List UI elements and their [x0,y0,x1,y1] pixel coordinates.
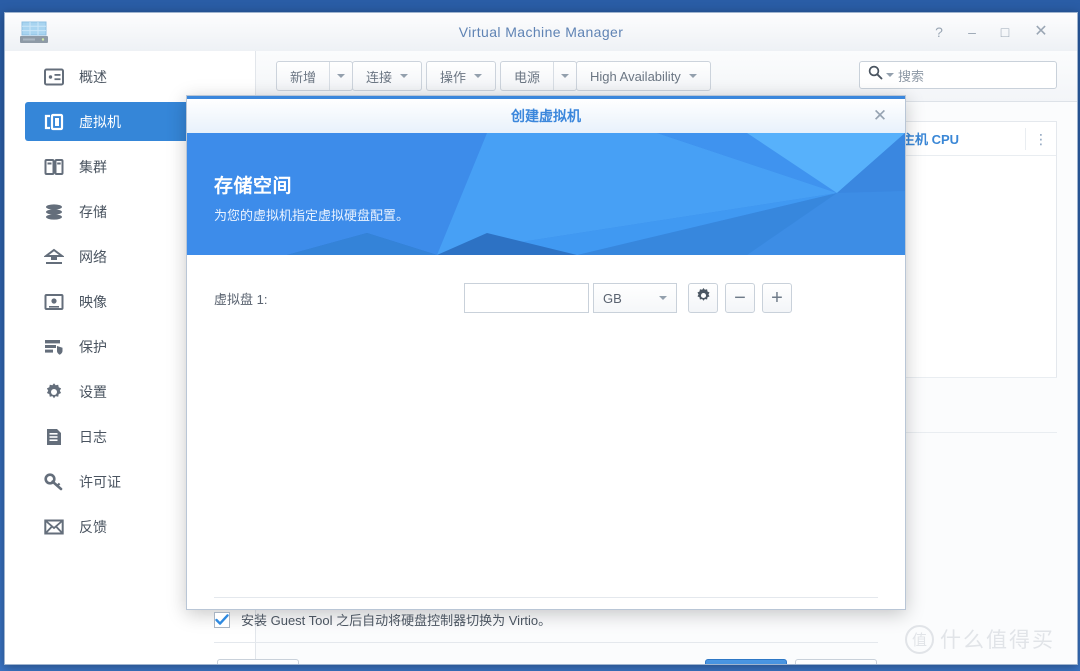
window-title: Virtual Machine Manager [458,24,624,40]
previous-button[interactable]: 上一步 [217,659,299,664]
watermark: 值 什么值得买 [905,624,1055,654]
dialog-titlebar: 创建虚拟机 ✕ [187,96,905,133]
chevron-down-icon [561,74,570,78]
search-placeholder: 搜索 [898,68,925,84]
sidebar-item-overview[interactable]: 概述 [25,57,241,96]
virtual-disk-row: 虚拟盘 1: GB − + [214,282,878,314]
host-cpu-card: 主机 CPU ⋮ [890,121,1057,378]
toolbar-power-label: 电源 [514,69,541,85]
create-vm-dialog: 创建虚拟机 ✕ 存储空间 为您的虚拟机指定虚拟硬盘配置。 虚拟盘 1: GB −… [186,95,906,664]
chevron-down-icon[interactable] [886,73,894,77]
toolbar-action-button[interactable]: 操作 [426,61,497,91]
dialog-banner-subtitle: 为您的虚拟机指定虚拟硬盘配置。 [214,208,410,223]
minus-icon: − [734,287,746,309]
toolbar-create-dropdown[interactable] [329,62,352,90]
sidebar-item-label: 虚拟机 [79,113,121,130]
disk-add-button[interactable]: + [762,283,792,313]
disk-size-input[interactable] [464,283,589,313]
check-icon [215,613,229,625]
disk-unit-select[interactable]: GB [593,283,677,313]
toolbar-create-button[interactable]: 新增 [276,61,354,91]
watermark-text: 什么值得买 [940,629,1055,652]
disk-unit-value: GB [603,290,622,306]
image-icon [43,291,65,313]
sidebar-item-label: 集群 [79,158,107,175]
storage-icon [43,201,65,223]
dialog-banner: 存储空间 为您的虚拟机指定虚拟硬盘配置。 [187,133,905,255]
minimize-button[interactable]: – [962,23,982,41]
toolbar-ha-label: High Availability [590,68,681,84]
dialog-banner-text: 存储空间 为您的虚拟机指定虚拟硬盘配置。 [214,171,409,224]
network-icon [43,246,65,268]
gear-icon [695,287,712,309]
sidebar-item-label: 日志 [79,428,107,445]
toolbar-connect-button[interactable]: 连接 [352,61,423,91]
virtual-disk-label: 虚拟盘 1: [214,291,268,307]
sidebar-item-label: 反馈 [79,518,107,535]
chevron-down-icon [400,74,409,78]
disk-settings-button[interactable] [688,283,718,313]
sidebar-item-label: 映像 [79,293,107,310]
sidebar-item-label: 保护 [79,338,107,355]
chevron-down-icon [474,74,483,78]
watermark-badge: 值 [905,624,934,654]
close-icon[interactable]: ✕ [869,105,891,127]
close-button[interactable]: ✕ [1031,23,1051,41]
panel-divider [892,377,1057,378]
toolbar-create-label: 新增 [290,69,317,85]
search-input[interactable]: 搜索 [859,61,1057,89]
maximize-button[interactable]: □ [995,23,1015,41]
sidebar-item-label: 存储 [79,203,107,220]
dialog-divider [214,642,878,643]
dialog-banner-heading: 存储空间 [214,176,293,197]
sidebar-item-label: 网络 [79,248,107,265]
toolbar-action-label: 操作 [440,69,467,85]
vm-icon [43,111,65,133]
chevron-down-icon [659,296,667,300]
sidebar-item-label: 许可证 [79,473,121,490]
chevron-down-icon [688,74,697,78]
log-icon [43,426,65,448]
guest-tool-checkbox[interactable] [214,611,230,628]
next-button[interactable]: 下一步 [705,659,787,664]
gear-icon [43,381,65,403]
sidebar-item-label: 概述 [79,68,107,85]
protection-icon [43,336,65,358]
help-button[interactable]: ? [929,23,949,41]
dialog-title: 创建虚拟机 [511,108,581,124]
panel-divider [892,432,1057,433]
search-icon [868,65,883,85]
disk-remove-button[interactable]: − [725,283,755,313]
guest-tool-option[interactable]: 安装 Guest Tool 之后自动将硬盘控制器切换为 Virtio。 [214,610,551,629]
dialog-body: 虚拟盘 1: GB − + 安装 Guest Tool 之后自动将硬盘控制器切换… [187,258,905,664]
kebab-menu-icon[interactable]: ⋮ [1025,127,1048,150]
envelope-icon [43,516,65,538]
window-titlebar: Virtual Machine Manager ? – □ ✕ [5,13,1077,52]
host-cpu-card-title: 主机 CPU [902,132,960,147]
toolbar-power-dropdown[interactable] [553,62,576,90]
chevron-down-icon [337,74,346,78]
key-icon [43,471,65,493]
toolbar-power-button[interactable]: 电源 [500,61,578,91]
cluster-icon [43,156,65,178]
sidebar-item-label: 设置 [79,383,107,400]
application-window: Virtual Machine Manager ? – □ ✕ 概述 虚拟机 集… [4,12,1078,665]
plus-icon: + [771,287,783,309]
toolbar-connect-label: 连接 [366,69,393,85]
overview-icon [43,66,65,88]
cancel-button[interactable]: 取消 [795,659,877,664]
host-cpu-card-header: 主机 CPU ⋮ [891,122,1056,156]
toolbar-high-availability-button[interactable]: High Availability [576,61,711,91]
guest-tool-label: 安装 Guest Tool 之后自动将硬盘控制器切换为 Virtio。 [241,613,552,628]
dialog-divider [214,597,878,598]
